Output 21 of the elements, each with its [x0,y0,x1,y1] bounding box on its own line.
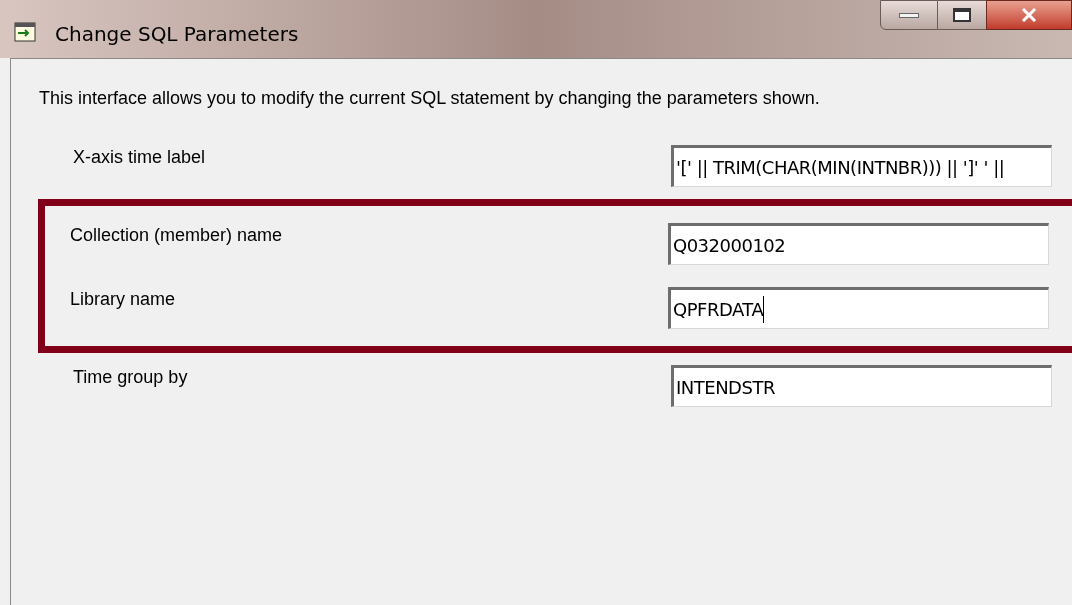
input-field[interactable]: QPFRDATA [668,287,1049,329]
field-value: INTENDSTR [676,375,776,400]
close-icon [1021,8,1037,22]
minimize-button[interactable] [880,0,938,30]
input-field[interactable]: '[' || TRIM(CHAR(MIN(INTNBR))) || ']' ' || [671,145,1052,187]
field-value: '[' || TRIM(CHAR(MIN(INTNBR))) || ']' ' || [676,155,1006,180]
minimize-icon [899,12,919,18]
window-icon [14,22,36,42]
maximize-icon [953,8,971,22]
field-label: X-axis time label [73,145,207,169]
input-field[interactable]: Q032000102 [668,223,1049,265]
field-value: Q032000102 [673,233,787,258]
close-button[interactable] [986,0,1072,30]
field-label: Library name [70,287,177,311]
input-field[interactable]: INTENDSTR [671,365,1052,407]
field-label: Collection (member) name [70,223,284,247]
field-value: QPFRDATA [673,295,765,323]
description-text: This interface allows you to modify the current SQL statement by changing the parameters shown. [38,87,821,110]
field-label: Time group by [73,365,189,389]
window-title: Change SQL Parameters [55,21,299,48]
maximize-button[interactable] [938,0,986,30]
